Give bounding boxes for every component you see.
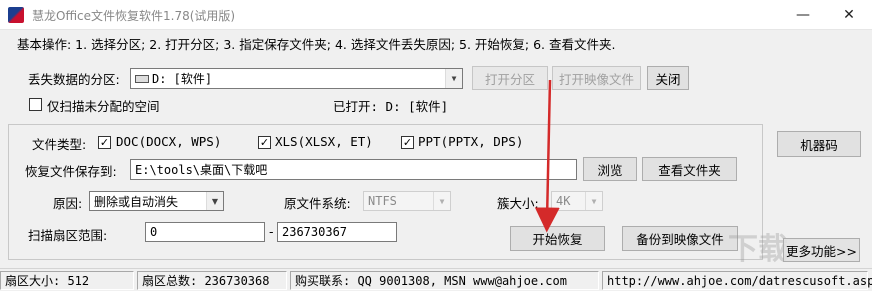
scan-unallocated-label: 仅扫描未分配的空间 [47, 99, 160, 114]
reason-label: 原因: [53, 196, 83, 211]
filesystem-select[interactable]: NTFS ▼ [363, 191, 451, 211]
save-folder-label: 恢复文件保存到: [25, 164, 117, 179]
opened-partition-label: 已打开: D: [软件] [333, 99, 449, 114]
close-window-button[interactable]: ✕ [826, 0, 872, 30]
partition-select[interactable]: D: [软件] ▼ [130, 68, 463, 89]
scan-range-separator: - [269, 224, 274, 239]
machine-code-button[interactable]: 机器码 [777, 131, 861, 157]
filesystem-value: NTFS [368, 194, 397, 208]
reason-select[interactable]: 删除或自动消失 ▼ [89, 191, 224, 211]
close-icon: ✕ [843, 7, 855, 23]
save-folder-input[interactable]: E:\tools\桌面\下载吧 [130, 159, 577, 180]
file-type-label: 文件类型: [32, 137, 87, 152]
scan-range-start-input[interactable]: 0 [145, 222, 265, 242]
ppt-checkbox[interactable]: ✓ [401, 136, 414, 149]
filesystem-label: 原文件系统: [284, 196, 351, 211]
chevron-down-icon: ▼ [445, 69, 462, 88]
scan-range-end-input[interactable]: 236730367 [277, 222, 397, 242]
status-purchase-contact: 购买联系: QQ 9001308, MSN www@ahjoe.com [290, 271, 599, 290]
scan-range-label: 扫描扇区范围: [28, 228, 108, 243]
status-sector-total: 扇区总数: 236730368 [137, 271, 287, 290]
partition-value: D: [软件] [152, 72, 213, 86]
chevron-down-icon: ▼ [206, 192, 223, 210]
chevron-down-icon: ▼ [585, 192, 602, 210]
status-website-url: http://www.ahjoe.com/datrescusoft.asp [602, 271, 872, 290]
xls-checkbox[interactable]: ✓ [258, 136, 271, 149]
check-icon: ✓ [402, 136, 413, 149]
scan-unallocated-checkbox[interactable] [29, 98, 42, 111]
drive-icon [135, 74, 149, 83]
reason-value: 删除或自动消失 [94, 194, 179, 209]
status-sector-size: 扇区大小: 512 [0, 271, 134, 290]
more-functions-button[interactable]: 更多功能>> [783, 238, 860, 262]
ppt-label: PPT(PPTX, DPS) [418, 134, 524, 149]
doc-label: DOC(DOCX, WPS) [116, 134, 222, 149]
window-title: 慧龙Office文件恢复软件1.78(试用版) [32, 9, 236, 23]
check-icon: ✓ [99, 136, 110, 149]
browse-button[interactable]: 浏览 [583, 157, 637, 181]
app-icon [8, 7, 24, 23]
close-partition-button[interactable]: 关闭 [647, 66, 689, 90]
minimize-icon: — [796, 7, 810, 23]
annotation-arrow-icon [534, 79, 560, 233]
xls-label: XLS(XLSX, ET) [275, 134, 373, 149]
instructions-text: 基本操作: 1. 选择分区; 2. 打开分区; 3. 指定保存文件夹; 4. 选… [17, 37, 616, 52]
status-bar: 扇区大小: 512 扇区总数: 236730368 购买联系: QQ 90013… [0, 268, 872, 291]
doc-checkbox[interactable]: ✓ [98, 136, 111, 149]
chevron-down-icon: ▼ [433, 192, 450, 210]
minimize-button[interactable]: — [780, 0, 826, 30]
check-icon: ✓ [259, 136, 270, 149]
view-folder-button[interactable]: 查看文件夹 [642, 157, 737, 181]
backup-image-button[interactable]: 备份到映像文件 [622, 226, 738, 251]
title-bar: 慧龙Office文件恢复软件1.78(试用版) — ✕ [0, 0, 872, 30]
partition-label: 丢失数据的分区: [28, 72, 120, 87]
